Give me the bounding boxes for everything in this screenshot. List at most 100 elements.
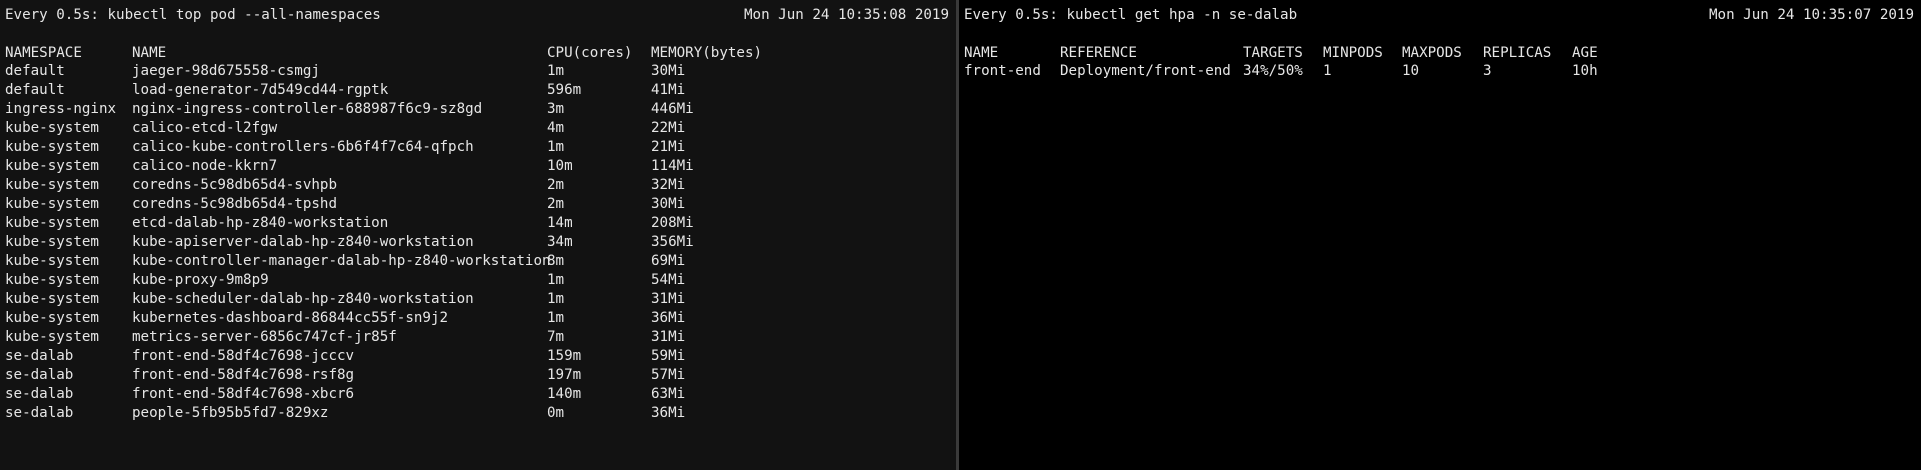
table-cell: front-end-58df4c7698-jcccv (132, 348, 355, 364)
table-cell: 69Mi (651, 253, 686, 269)
table-cell: 446Mi (651, 101, 694, 117)
table-cell: 59Mi (651, 348, 686, 364)
table-cell: 30Mi (651, 63, 686, 79)
table-cell: 30Mi (651, 196, 686, 212)
table-cell: kube-system (5, 120, 99, 136)
column-header: REFERENCE (1060, 45, 1137, 61)
table-cell: 1 (1323, 63, 1332, 79)
table-cell: kube-system (5, 253, 99, 269)
table-cell: 8m (547, 253, 565, 269)
table-cell: 63Mi (651, 386, 686, 402)
table-cell: front-end-58df4c7698-xbcr6 (132, 386, 355, 402)
table-cell: kube-system (5, 291, 99, 307)
table-row: kube-system kube-proxy-9m8p9 1m 54Mi (0, 271, 956, 290)
table-cell: 1m (547, 291, 565, 307)
table-cell: 4m (547, 120, 565, 136)
table-row: kube-system etcd-dalab-hp-z840-workstatio… (0, 214, 956, 233)
table-row: se-dalab people-5fb95b5fd7-829xz 0m 36Mi (0, 404, 956, 423)
table-cell: metrics-server-6856c747cf-jr85f (132, 329, 397, 345)
table-row: se-dalab front-end-58df4c7698-jcccv 159m 59… (0, 347, 956, 366)
table-cell: 7m (547, 329, 565, 345)
table-cell: 31Mi (651, 329, 686, 345)
table-row: kube-system kube-scheduler-dalab-hp-z840-… (0, 290, 956, 309)
table-cell: 3 (1483, 63, 1492, 79)
table-row: kube-system coredns-5c98db65d4-tpshd 2m 30M… (0, 195, 956, 214)
table-cell: default (5, 82, 65, 98)
table-cell: 22Mi (651, 120, 686, 136)
table-cell: kube-system (5, 158, 99, 174)
table-cell: 140m (547, 386, 582, 402)
table-cell: coredns-5c98db65d4-svhpb (132, 177, 337, 193)
table-row: default load-generator-7d549cd44-rgptk 596… (0, 81, 956, 100)
table-cell: 159m (547, 348, 582, 364)
table-cell: coredns-5c98db65d4-tpshd (132, 196, 337, 212)
table-cell: 208Mi (651, 215, 694, 231)
column-header: MINPODS (1323, 45, 1383, 61)
table-cell: people-5fb95b5fd7-829xz (132, 405, 329, 421)
column-header: AGE (1572, 45, 1598, 61)
watch-timestamp: Mon Jun 24 10:35:08 2019 (744, 7, 949, 23)
table-row: kube-system metrics-server-6856c747cf-jr8… (0, 328, 956, 347)
table-cell: kube-scheduler-dalab-hp-z840-workstation (132, 291, 474, 307)
table-cell: kube-system (5, 196, 99, 212)
table-cell: 1m (547, 310, 565, 326)
table-cell: 41Mi (651, 82, 686, 98)
table-cell: 10 (1402, 63, 1420, 79)
table-cell: kubernetes-dashboard-86844cc55f-sn9j2 (132, 310, 449, 326)
table-cell: jaeger-98d675558-csmgj (132, 63, 320, 79)
table-cell: kube-proxy-9m8p9 (132, 272, 269, 288)
table-cell: 32Mi (651, 177, 686, 193)
table-row: kube-system kube-apiserver-dalab-hp-z840-… (0, 233, 956, 252)
table-cell: 1m (547, 272, 565, 288)
table-cell: 356Mi (651, 234, 694, 250)
table-row: default jaeger-98d675558-csmgj 1m 30Mi (0, 62, 956, 81)
table-cell: se-dalab (5, 367, 74, 383)
table-cell: load-generator-7d549cd44-rgptk (132, 82, 389, 98)
watch-command-header: Every 0.5s: kubectl top pod --all-namesp… (5, 7, 381, 23)
table-cell: 197m (547, 367, 582, 383)
table-row: front-end Deployment/front-end 34%/50% 1 10 3… (959, 62, 1921, 81)
table-cell: 1m (547, 63, 565, 79)
table-cell: 34m (547, 234, 573, 250)
table-cell: 10m (547, 158, 573, 174)
table-header-row: NAMESPACE NAME CPU(cores) MEMORY(bytes) (0, 44, 956, 63)
table-cell: calico-kube-controllers-6b6f4f7c64-qfpch (132, 139, 474, 155)
table-row: ingress-nginx nginx-ingress-controller-68… (0, 100, 956, 119)
table-cell: kube-system (5, 177, 99, 193)
table-cell: Deployment/front-end (1060, 63, 1231, 79)
table-cell: default (5, 63, 65, 79)
table-cell: calico-etcd-l2fgw (132, 120, 278, 136)
terminal-split-window: Every 0.5s: kubectl top pod --all-namesp… (0, 0, 1921, 470)
table-cell: kube-apiserver-dalab-hp-z840-workstation (132, 234, 474, 250)
table-cell: calico-node-kkrn7 (132, 158, 278, 174)
table-cell: 54Mi (651, 272, 686, 288)
table-header-row: NAME REFERENCE TARGETS MINPODS MAXPODS REPLIC… (959, 44, 1921, 63)
table-cell: se-dalab (5, 386, 74, 402)
table-cell: kube-system (5, 272, 99, 288)
left-terminal-pane[interactable]: Every 0.5s: kubectl top pod --all-namesp… (0, 0, 956, 470)
column-header: NAME (964, 45, 999, 61)
table-row: kube-system coredns-5c98db65d4-svhpb 2m 32M… (0, 176, 956, 195)
table-cell: kube-controller-manager-dalab-hp-z840-wo… (132, 253, 551, 269)
table-cell: kube-system (5, 139, 99, 155)
table-cell: 14m (547, 215, 573, 231)
table-cell: 3m (547, 101, 565, 117)
table-cell: kube-system (5, 215, 99, 231)
right-terminal-pane[interactable]: Every 0.5s: kubectl get hpa -n se-dalab … (959, 0, 1921, 470)
table-row: kube-system kubernetes-dashboard-86844cc5… (0, 309, 956, 328)
table-cell: 34%/50% (1243, 63, 1303, 79)
watch-timestamp: Mon Jun 24 10:35:07 2019 (1709, 7, 1914, 23)
table-cell: 596m (547, 82, 582, 98)
table-cell: 21Mi (651, 139, 686, 155)
table-cell: 1m (547, 139, 565, 155)
column-header: CPU(cores) (547, 45, 633, 61)
table-cell: front-end (964, 63, 1041, 79)
column-header: REPLICAS (1483, 45, 1552, 61)
table-cell: 36Mi (651, 405, 686, 421)
watch-command-header: Every 0.5s: kubectl get hpa -n se-dalab (964, 7, 1298, 23)
table-cell: ingress-nginx (5, 101, 117, 117)
table-cell: 0m (547, 405, 565, 421)
table-row: kube-system calico-etcd-l2fgw 4m 22Mi (0, 119, 956, 138)
table-cell: 10h (1572, 63, 1598, 79)
table-cell: etcd-dalab-hp-z840-workstation (132, 215, 389, 231)
